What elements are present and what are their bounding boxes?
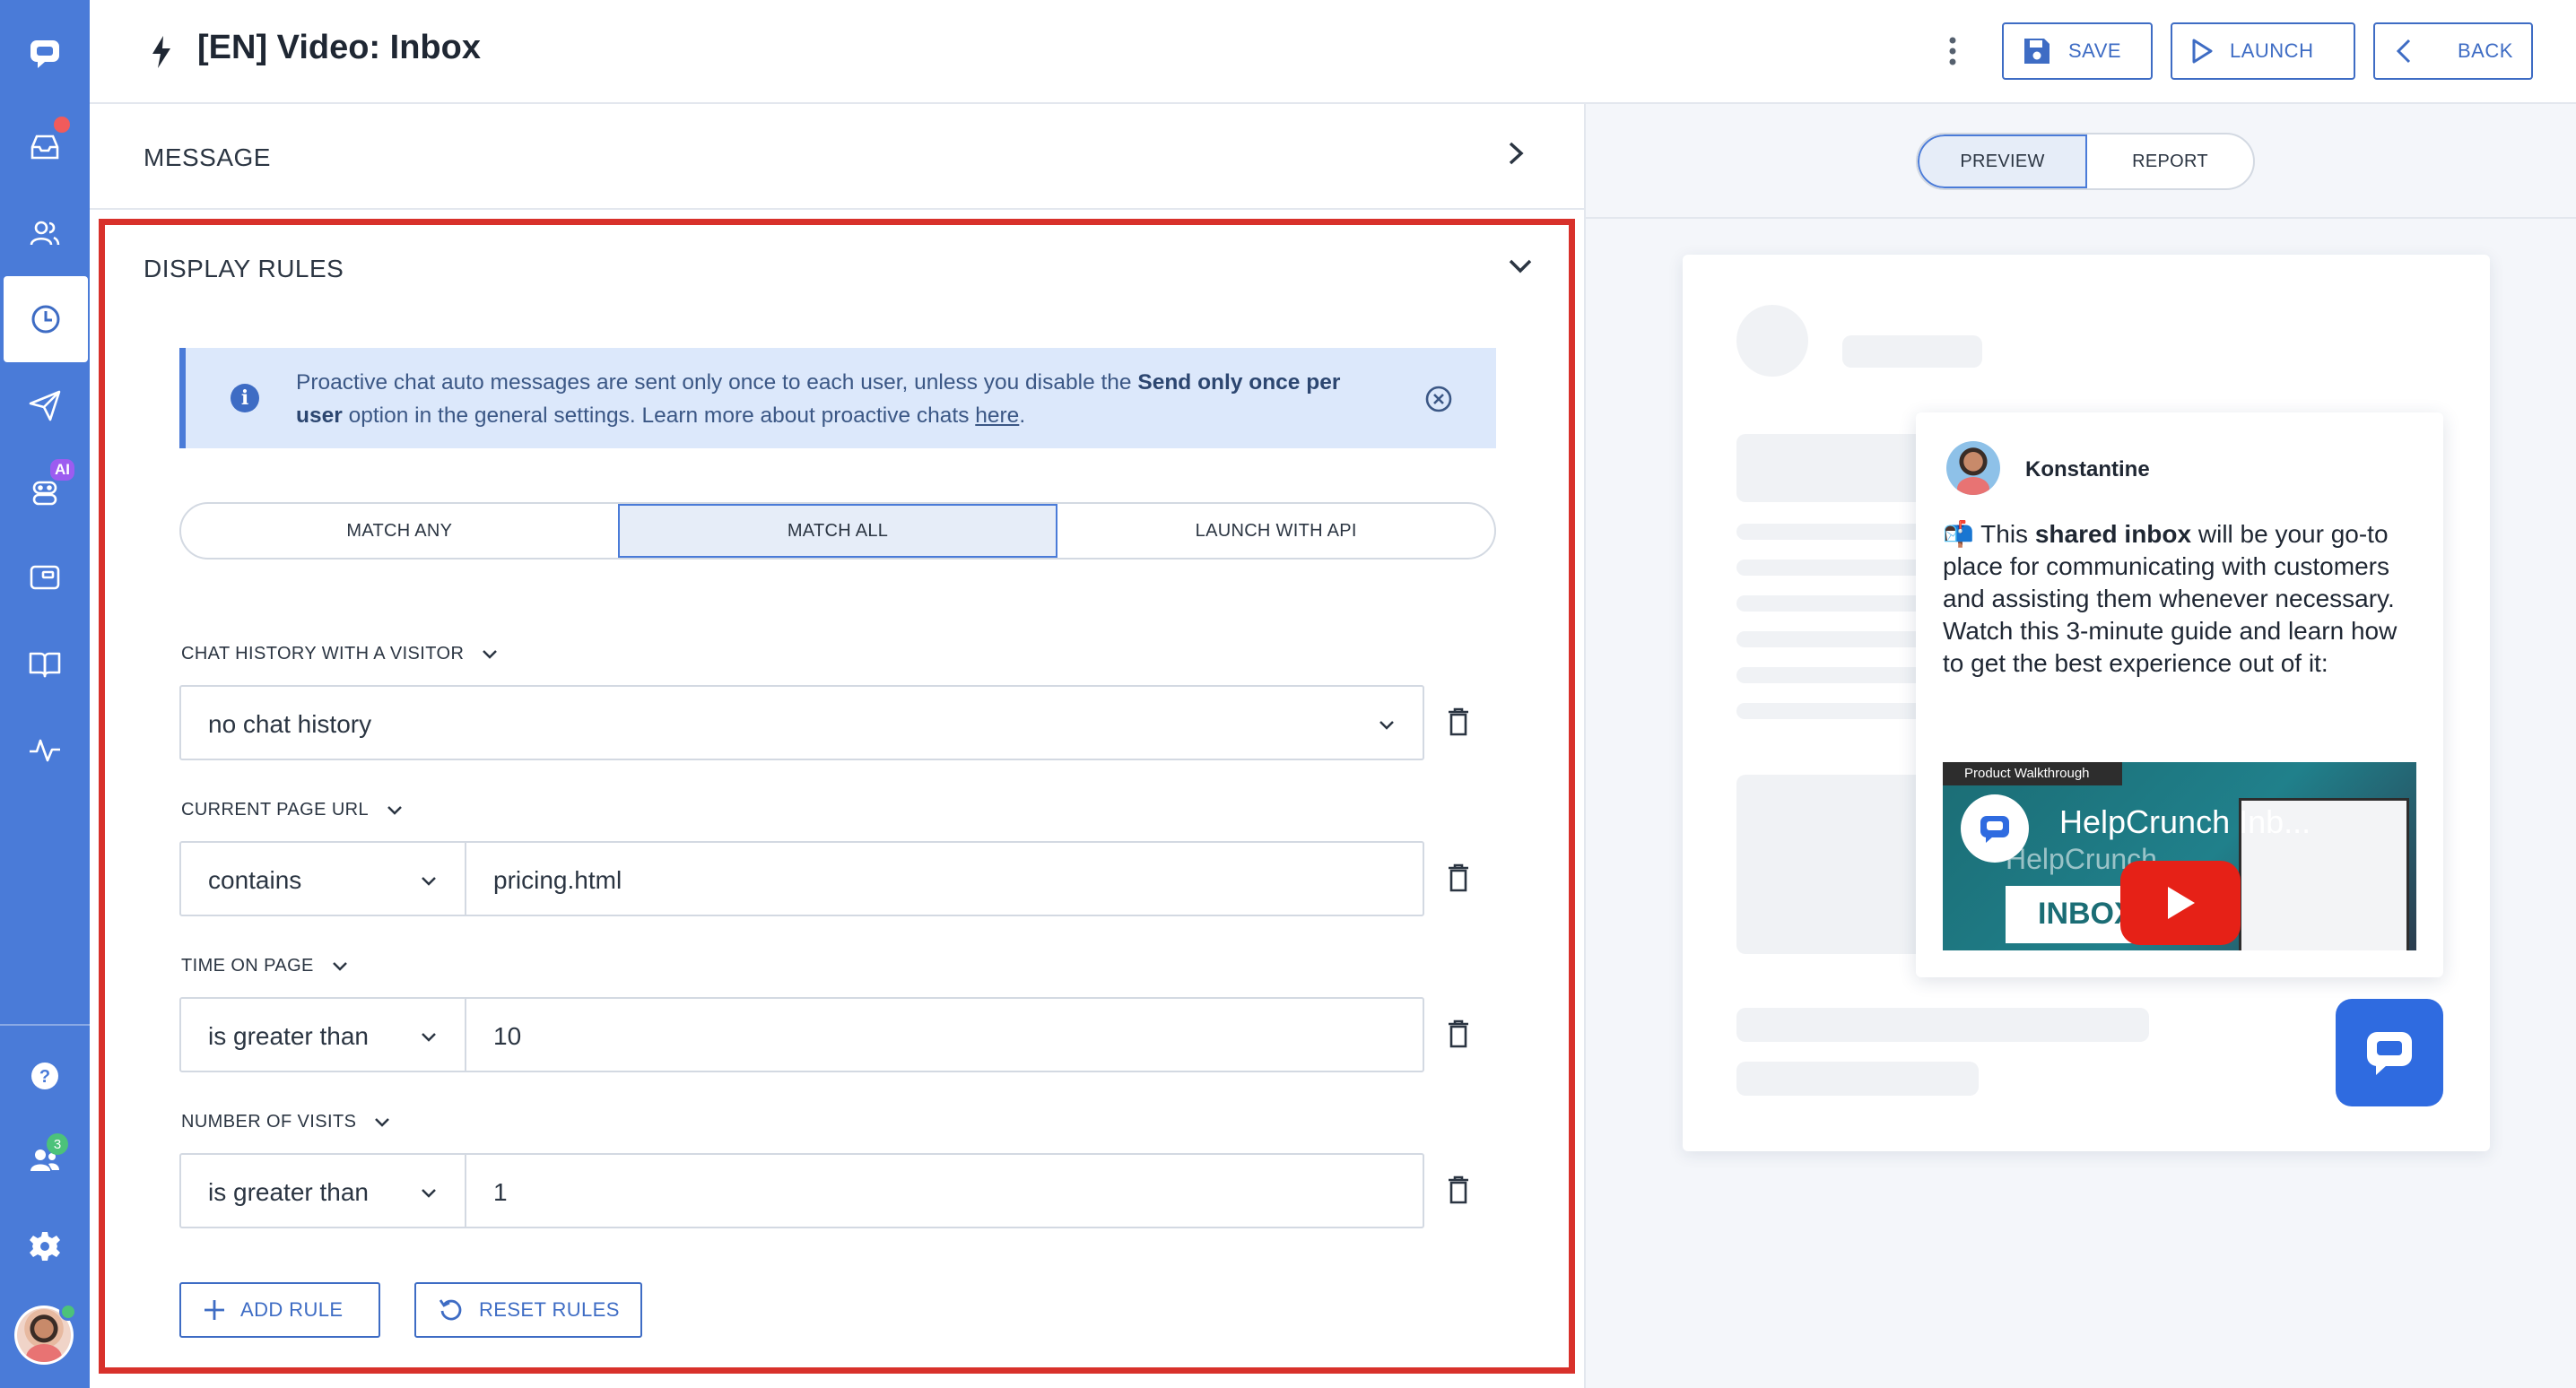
- trash-icon[interactable]: [1446, 707, 1471, 737]
- save-button[interactable]: SAVE: [2002, 22, 2153, 80]
- info-text: Proactive chat auto messages are sent on…: [296, 370, 1341, 428]
- visits-value-input[interactable]: 1: [465, 1153, 1424, 1228]
- chevron-down-icon: [332, 961, 347, 971]
- plus-icon: [205, 1300, 224, 1320]
- sidebar: AI ? 3: [0, 0, 90, 1388]
- video-title: HelpCrunch Inb...: [2059, 803, 2311, 840]
- reset-rules-button[interactable]: RESET RULES: [414, 1282, 642, 1338]
- skeleton-line: [1842, 335, 1982, 368]
- top-header: [EN] Video: Inbox SAVE LAUNCH BACK: [90, 0, 2576, 104]
- page-title: [EN] Video: Inbox: [197, 29, 481, 66]
- contacts-icon[interactable]: [0, 190, 90, 276]
- online-status-dot: [59, 1303, 77, 1321]
- chevron-down-icon: [375, 1117, 390, 1127]
- more-options-icon[interactable]: [1946, 36, 1959, 66]
- preview-tabs: PREVIEW REPORT: [1916, 133, 2255, 190]
- visits-condition-select[interactable]: is greater than: [179, 1153, 466, 1228]
- ai-badge: AI: [50, 459, 74, 481]
- chevron-down-icon: [483, 649, 498, 659]
- svg-text:?: ?: [39, 1067, 50, 1087]
- chevron-down-icon[interactable]: [1507, 256, 1534, 276]
- popup-message: 📬 This shared inbox will be your go-to p…: [1943, 520, 2398, 677]
- unread-dot: [54, 117, 70, 133]
- chat-history-select[interactable]: no chat history: [179, 685, 1424, 760]
- trash-icon[interactable]: [1446, 863, 1471, 893]
- chevron-down-icon: [422, 877, 436, 886]
- rule-label-page-url[interactable]: CURRENT PAGE URL: [181, 800, 403, 820]
- agent-name: Konstantine: [2025, 457, 2150, 481]
- ai-bot-icon[interactable]: AI: [0, 448, 90, 534]
- rule-label-chat-history[interactable]: CHAT HISTORY WITH A VISITOR: [181, 644, 498, 664]
- bolt-icon: [152, 36, 170, 68]
- chevron-down-icon: [1379, 721, 1394, 730]
- tab-report[interactable]: REPORT: [2087, 134, 2253, 188]
- team-count-badge: 3: [47, 1133, 68, 1155]
- reset-icon: [439, 1299, 462, 1321]
- launch-button[interactable]: LAUNCH: [2171, 22, 2355, 80]
- skeleton-line: [1736, 1008, 2149, 1042]
- widget-icon[interactable]: [0, 534, 90, 620]
- chat-launcher-icon[interactable]: [2336, 999, 2443, 1106]
- chevron-down-icon: [422, 1033, 436, 1042]
- info-icon: i: [231, 384, 259, 412]
- video-thumbnail[interactable]: Product Walkthrough HelpCrunch INBOX Hel…: [1943, 762, 2416, 950]
- chevron-down-icon: [387, 805, 402, 815]
- url-condition-select[interactable]: contains: [179, 841, 466, 916]
- activity-icon[interactable]: [0, 707, 90, 793]
- close-circle-icon[interactable]: [1423, 384, 1454, 414]
- match-mode-selector: MATCH ANY MATCH ALL LAUNCH WITH API: [179, 502, 1496, 560]
- match-all-option[interactable]: MATCH ALL: [617, 504, 1058, 558]
- auto-messages-clock-icon[interactable]: [4, 276, 88, 362]
- chat-popup[interactable]: Konstantine 📬 This shared inbox will be …: [1916, 412, 2443, 977]
- chevron-left-icon: [2396, 39, 2411, 64]
- save-label: SAVE: [2068, 39, 2122, 62]
- add-rule-button[interactable]: ADD RULE: [179, 1282, 380, 1338]
- agent-avatar: [1946, 441, 2000, 495]
- info-banner: i Proactive chat auto messages are sent …: [179, 348, 1496, 448]
- skeleton-avatar: [1736, 305, 1808, 377]
- launch-label: LAUNCH: [2230, 39, 2314, 62]
- save-icon: [2024, 39, 2049, 64]
- chevron-down-icon: [422, 1189, 436, 1198]
- play-icon: [2192, 39, 2213, 64]
- back-label: BACK: [2458, 39, 2513, 62]
- time-value-input[interactable]: 10: [465, 997, 1424, 1072]
- message-section-header[interactable]: MESSAGE: [90, 104, 1584, 210]
- time-condition-select[interactable]: is greater than: [179, 997, 466, 1072]
- video-tag: Product Walkthrough: [1943, 762, 2122, 785]
- trash-icon[interactable]: [1446, 1175, 1471, 1205]
- back-button[interactable]: BACK: [2373, 22, 2533, 80]
- trash-icon[interactable]: [1446, 1019, 1471, 1049]
- learn-more-link[interactable]: here: [975, 403, 1019, 428]
- knowledge-base-book-icon[interactable]: [0, 620, 90, 707]
- rule-label-time-on-page[interactable]: TIME ON PAGE: [181, 956, 348, 976]
- settings-gear-icon[interactable]: [0, 1203, 90, 1289]
- skeleton-line: [1736, 1062, 1979, 1096]
- helpcrunch-logo-icon: [1961, 794, 2029, 863]
- logo-chat-icon[interactable]: [0, 11, 90, 97]
- youtube-play-icon[interactable]: [2120, 861, 2241, 945]
- sidebar-divider: [0, 1024, 90, 1026]
- tab-preview[interactable]: PREVIEW: [1918, 134, 2087, 188]
- inbox-icon[interactable]: [0, 104, 90, 190]
- launch-with-api-option[interactable]: LAUNCH WITH API: [1057, 504, 1494, 558]
- match-any-option[interactable]: MATCH ANY: [181, 504, 618, 558]
- message-label: MESSAGE: [144, 143, 271, 171]
- rule-label-number-of-visits[interactable]: NUMBER OF VISITS: [181, 1112, 390, 1132]
- chevron-right-icon: [1509, 142, 1524, 165]
- display-rules-label: DISPLAY RULES: [144, 255, 344, 282]
- help-icon[interactable]: ?: [0, 1033, 90, 1119]
- url-value-input[interactable]: pricing.html: [465, 841, 1424, 916]
- team-icon[interactable]: 3: [0, 1117, 90, 1203]
- send-icon[interactable]: [0, 362, 90, 448]
